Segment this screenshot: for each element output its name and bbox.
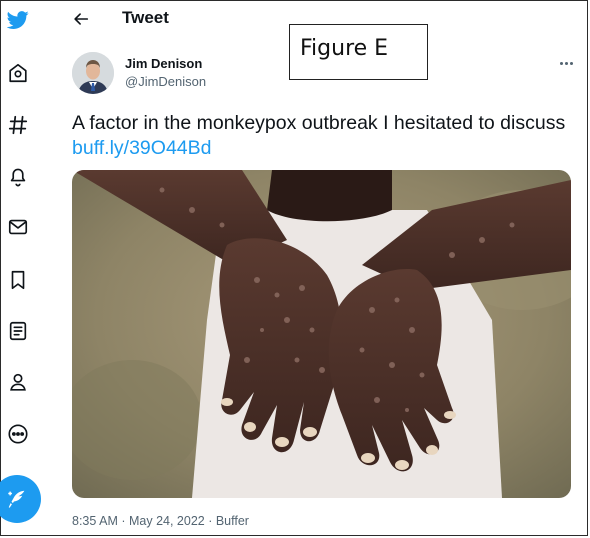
tweet-meta: 8:35 AM · May 24, 2022 · Buffer (72, 514, 249, 528)
figure-label: Figure E (300, 36, 389, 61)
explore-hashtag-icon[interactable] (6, 113, 30, 137)
page-title: Tweet (122, 8, 169, 27)
author-handle[interactable]: @JimDenison (125, 74, 206, 89)
tweet-more-button[interactable] (555, 56, 577, 70)
bookmarks-icon[interactable] (6, 268, 30, 292)
tweet-time[interactable]: 8:35 AM (72, 514, 118, 528)
tweet-date[interactable]: May 24, 2022 (129, 514, 205, 528)
more-options-circle-icon[interactable] (6, 422, 30, 446)
dot-icon (564, 61, 568, 65)
tweet-body: A factor in the monkeypox outbreak I hes… (72, 112, 566, 134)
sidebar-nav (0, 1, 41, 537)
screenshot-frame: Tweet Figure E Jim Denison @JimDenison A… (0, 0, 588, 536)
avatar[interactable] (72, 52, 114, 94)
profile-icon[interactable] (6, 370, 30, 394)
author-name[interactable]: Jim Denison (125, 56, 202, 71)
home-icon[interactable] (6, 61, 30, 85)
compose-tweet-button[interactable] (0, 475, 41, 523)
back-button[interactable] (71, 9, 91, 29)
twitter-logo-icon[interactable] (6, 8, 30, 32)
meta-separator: · (204, 514, 216, 528)
tweet-text: A factor in the monkeypox outbreak I hes… (72, 111, 572, 161)
tweet-image (72, 170, 571, 498)
tweet-link[interactable]: buff.ly/39O44Bd (72, 137, 212, 159)
dot-icon (559, 61, 563, 65)
tweet-source[interactable]: Buffer (216, 514, 249, 528)
tweet-photo[interactable] (72, 170, 571, 498)
avatar-portrait-icon (72, 52, 114, 94)
notifications-bell-icon[interactable] (6, 164, 30, 188)
figure-label-box: Figure E (289, 24, 428, 80)
back-arrow-icon (74, 13, 89, 25)
meta-separator: · (117, 514, 129, 528)
messages-envelope-icon[interactable] (6, 215, 30, 239)
dot-icon (569, 61, 573, 65)
feather-plus-icon (8, 490, 25, 508)
lists-icon[interactable] (6, 319, 30, 343)
